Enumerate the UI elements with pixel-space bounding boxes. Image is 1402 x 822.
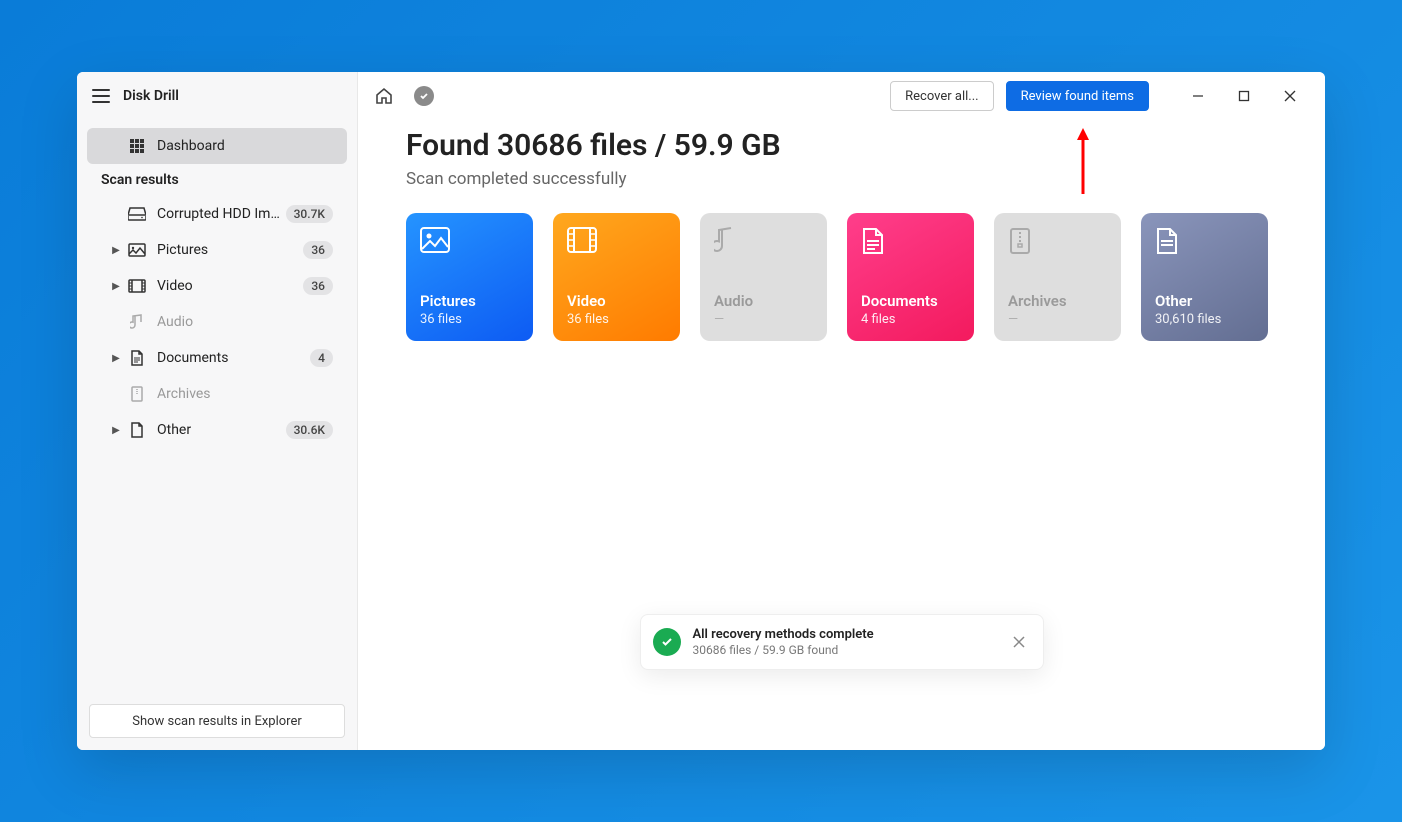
card-title: Pictures — [420, 292, 519, 310]
sidebar-item-label: Archives — [157, 386, 333, 402]
video-icon — [567, 227, 666, 257]
sidebar-item-badge: 36 — [303, 277, 333, 295]
music-note-icon — [127, 314, 147, 330]
sidebar-item-archives[interactable]: Archives — [87, 376, 347, 412]
dashboard-icon — [127, 138, 147, 154]
sidebar-item-label: Corrupted HDD Image.... — [157, 206, 286, 222]
sidebar-item-audio[interactable]: Audio — [87, 304, 347, 340]
sidebar-item-badge: 30.6K — [286, 421, 333, 439]
document-icon — [127, 350, 147, 366]
hamburger-icon[interactable] — [89, 84, 113, 108]
sidebar-item-label: Video — [157, 278, 303, 294]
card-archives: Archives — — [994, 213, 1121, 341]
card-count: 36 files — [420, 312, 519, 327]
sidebar-item-label: Pictures — [157, 242, 303, 258]
app-title: Disk Drill — [123, 88, 179, 104]
card-audio: Audio — — [700, 213, 827, 341]
main: Recover all... Review found items Found … — [358, 72, 1325, 750]
sidebar-item-label: Audio — [157, 314, 333, 330]
recover-all-button[interactable]: Recover all... — [890, 81, 993, 111]
card-title: Documents — [861, 292, 960, 310]
show-in-explorer-button[interactable]: Show scan results in Explorer — [89, 704, 345, 738]
content: Found 30686 files / 59.9 GB Scan complet… — [358, 120, 1325, 341]
chevron-right-icon: ▶ — [109, 353, 123, 364]
category-cards: Pictures 36 files Video 36 files Audio — — [406, 213, 1277, 341]
close-icon[interactable] — [1007, 630, 1031, 654]
summary-subhead: Scan completed successfully — [406, 169, 1277, 189]
card-pictures[interactable]: Pictures 36 files — [406, 213, 533, 341]
document-icon — [861, 227, 960, 257]
sidebar-header: Disk Drill — [77, 72, 357, 120]
disk-icon — [127, 207, 147, 221]
review-found-items-button[interactable]: Review found items — [1006, 81, 1149, 111]
sidebar-section-header: Scan results — [77, 164, 357, 196]
card-title: Other — [1155, 292, 1254, 310]
maximize-icon[interactable] — [1221, 72, 1267, 120]
sidebar-item-other[interactable]: ▶ Other 30.6K — [87, 412, 347, 448]
sidebar-item-badge: 4 — [310, 349, 333, 367]
file-icon — [1155, 227, 1254, 257]
sidebar-item-badge: 36 — [303, 241, 333, 259]
video-icon — [127, 279, 147, 293]
sidebar-item-badge: 30.7K — [286, 205, 333, 223]
sidebar: Disk Drill Dashboard Scan results Corrup… — [77, 72, 358, 750]
toast-sub: 30686 files / 59.9 GB found — [693, 643, 995, 657]
sidebar-item-documents[interactable]: ▶ Documents 4 — [87, 340, 347, 376]
main-header: Recover all... Review found items — [358, 72, 1325, 120]
minimize-icon[interactable] — [1175, 72, 1221, 120]
card-title: Video — [567, 292, 666, 310]
check-circle-icon — [653, 628, 681, 656]
music-note-icon — [714, 227, 813, 257]
toast-title: All recovery methods complete — [693, 627, 995, 642]
completion-toast: All recovery methods complete 30686 file… — [640, 614, 1044, 670]
sidebar-footer: Show scan results in Explorer — [77, 692, 357, 750]
status-complete-icon — [410, 82, 438, 110]
sidebar-item-pictures[interactable]: ▶ Pictures 36 — [87, 232, 347, 268]
image-icon — [420, 227, 519, 257]
card-title: Archives — [1008, 292, 1107, 310]
sidebar-body: Dashboard Scan results Corrupted HDD Ima… — [77, 120, 357, 692]
app-window: Disk Drill Dashboard Scan results Corrup… — [77, 72, 1325, 750]
toast-body: All recovery methods complete 30686 file… — [693, 627, 995, 657]
card-count: — — [1008, 312, 1107, 327]
summary-headline: Found 30686 files / 59.9 GB — [406, 128, 1277, 163]
sidebar-item-dashboard[interactable]: Dashboard — [87, 128, 347, 164]
card-documents[interactable]: Documents 4 files — [847, 213, 974, 341]
close-icon[interactable] — [1267, 72, 1313, 120]
chevron-right-icon: ▶ — [109, 245, 123, 256]
chevron-right-icon: ▶ — [109, 281, 123, 292]
card-count: 4 files — [861, 312, 960, 327]
home-icon[interactable] — [370, 82, 398, 110]
sidebar-item-device[interactable]: Corrupted HDD Image.... 30.7K — [87, 196, 347, 232]
sidebar-item-label: Dashboard — [157, 138, 333, 154]
window-controls — [1175, 72, 1313, 120]
archive-icon — [1008, 227, 1107, 257]
card-video[interactable]: Video 36 files — [553, 213, 680, 341]
archive-icon — [127, 386, 147, 402]
card-title: Audio — [714, 292, 813, 310]
card-count: 36 files — [567, 312, 666, 327]
card-other[interactable]: Other 30,610 files — [1141, 213, 1268, 341]
card-count: 30,610 files — [1155, 312, 1254, 327]
card-count: — — [714, 312, 813, 327]
chevron-right-icon: ▶ — [109, 425, 123, 436]
file-icon — [127, 422, 147, 438]
sidebar-item-label: Documents — [157, 350, 310, 366]
image-icon — [127, 243, 147, 257]
sidebar-item-label: Other — [157, 422, 286, 438]
sidebar-item-video[interactable]: ▶ Video 36 — [87, 268, 347, 304]
